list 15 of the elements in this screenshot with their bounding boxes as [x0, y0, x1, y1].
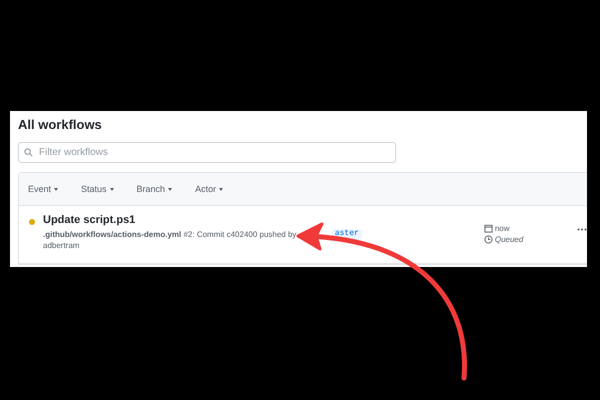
run-state: Queued — [484, 235, 553, 244]
filter-dropdown[interactable]: Status — [81, 184, 114, 194]
calendar-icon — [484, 224, 493, 233]
more-icon[interactable] — [577, 228, 587, 231]
run-title[interactable]: Update script.ps1 — [43, 214, 304, 226]
filter-dropdown[interactable]: Actor — [195, 184, 224, 194]
page-title: All workflows — [18, 117, 103, 134]
search-icon — [24, 148, 33, 157]
clock-icon — [484, 235, 493, 244]
run-time: now — [484, 224, 553, 233]
search-field[interactable]: Filter workflows — [37, 146, 395, 159]
search-box[interactable]: Filter workflows — [18, 142, 396, 163]
filter-dropdown[interactable]: Event — [28, 184, 58, 194]
run-details: .github/workflows/actions-demo.yml #2: Commit c402400 pushed by adbertram — [43, 229, 298, 251]
filter-dropdown[interactable]: Branch — [136, 184, 172, 194]
